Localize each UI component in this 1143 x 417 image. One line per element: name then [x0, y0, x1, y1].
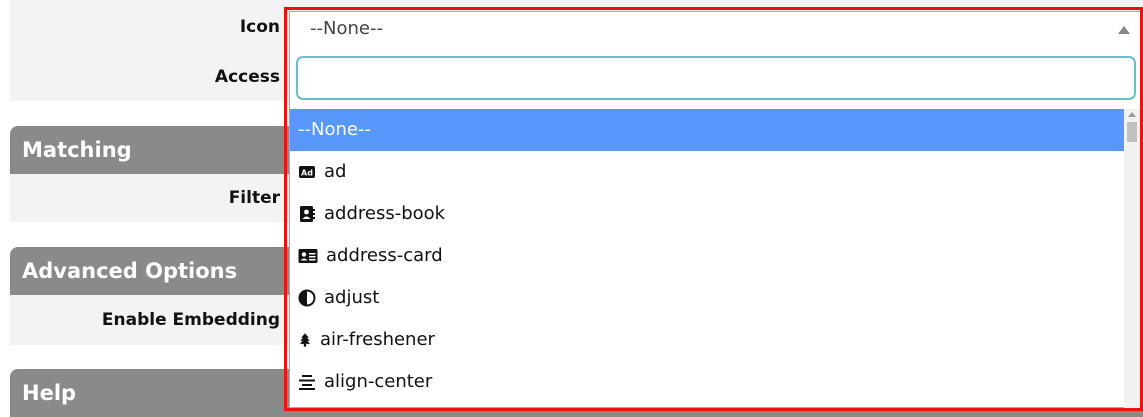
icon-select-dropdown: --None-- Ad ad address-book address-card… [289, 47, 1141, 408]
align-center-icon [299, 375, 315, 390]
filter-field-label: Filter [228, 188, 280, 208]
enable-embedding-field-label: Enable Embedding [101, 310, 280, 330]
air-freshener-icon [299, 333, 311, 347]
scrollbar-thumb[interactable] [1127, 122, 1137, 142]
caret-up-icon[interactable] [1118, 26, 1130, 34]
option-label: address-book [324, 203, 446, 224]
access-field-label: Access [214, 67, 280, 87]
option-air-freshener[interactable]: air-freshener [290, 319, 1124, 361]
icon-field-label: Icon [239, 17, 280, 37]
ad-icon: Ad [299, 166, 315, 178]
option-label: address-card [326, 245, 443, 266]
scroll-up-arrow-icon[interactable] [1128, 112, 1136, 117]
option-label: align-center [324, 371, 433, 392]
option-label: adjust [324, 287, 380, 308]
option-ad[interactable]: Ad ad [290, 151, 1124, 193]
adjust-icon [298, 289, 316, 307]
option-adjust[interactable]: adjust [290, 277, 1124, 319]
icon-options-list: --None-- Ad ad address-book address-card… [290, 109, 1124, 408]
option-address-card[interactable]: address-card [290, 235, 1124, 277]
option-align-center[interactable]: align-center [290, 361, 1124, 403]
option-none[interactable]: --None-- [290, 109, 1124, 151]
dropdown-scrollbar[interactable] [1124, 109, 1140, 408]
address-card-icon [298, 249, 318, 263]
option-address-book[interactable]: address-book [290, 193, 1124, 235]
address-book-icon [300, 206, 315, 222]
icon-select-value: --None-- [310, 18, 383, 39]
icon-select[interactable]: --None-- [289, 11, 1141, 47]
option-label: air-freshener [320, 329, 435, 350]
option-label: --None-- [298, 119, 371, 140]
option-label: ad [324, 161, 347, 182]
svg-text:Ad: Ad [301, 169, 313, 178]
icon-search-input[interactable] [296, 56, 1136, 100]
